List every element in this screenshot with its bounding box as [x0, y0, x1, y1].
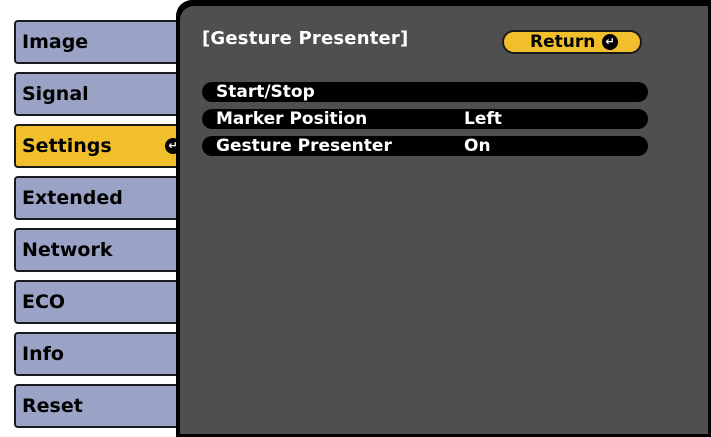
menu-item-label: Extended [22, 187, 123, 209]
menu-item-signal[interactable]: Signal [14, 72, 193, 116]
menu-item-info[interactable]: Info [14, 332, 193, 376]
return-label: Return [530, 32, 596, 52]
row-label: Gesture Presenter [216, 136, 392, 156]
row-marker-position[interactable]: Marker Position Left [202, 109, 648, 129]
menu-item-label: Signal [22, 83, 89, 105]
submenu-panel: [Gesture Presenter] Return ↵ Start/Stop … [180, 6, 708, 434]
menu-item-image[interactable]: Image [14, 20, 193, 64]
menu-item-label: Settings [22, 135, 112, 157]
row-start-stop[interactable]: Start/Stop [202, 82, 648, 102]
row-label: Marker Position [216, 109, 368, 129]
menu-item-reset[interactable]: Reset [14, 384, 193, 428]
main-menu-sidebar: Image Signal Settings ↵ Extended Network… [0, 0, 195, 437]
row-gesture-presenter[interactable]: Gesture Presenter On [202, 136, 648, 156]
row-label: Start/Stop [216, 82, 315, 102]
row-value: Left [464, 109, 502, 129]
menu-item-network[interactable]: Network [14, 228, 193, 272]
menu-item-extended[interactable]: Extended [14, 176, 193, 220]
menu-item-label: Reset [22, 395, 83, 417]
panel-title: [Gesture Presenter] [202, 28, 409, 49]
row-value: On [464, 136, 491, 156]
menu-item-label: Info [22, 343, 64, 365]
enter-icon: ↵ [602, 34, 618, 50]
menu-item-settings[interactable]: Settings ↵ [14, 124, 193, 168]
return-button[interactable]: Return ↵ [502, 30, 642, 54]
menu-item-label: ECO [22, 291, 66, 313]
menu-item-eco[interactable]: ECO [14, 280, 193, 324]
menu-item-label: Image [22, 31, 89, 53]
menu-item-label: Network [22, 239, 113, 261]
